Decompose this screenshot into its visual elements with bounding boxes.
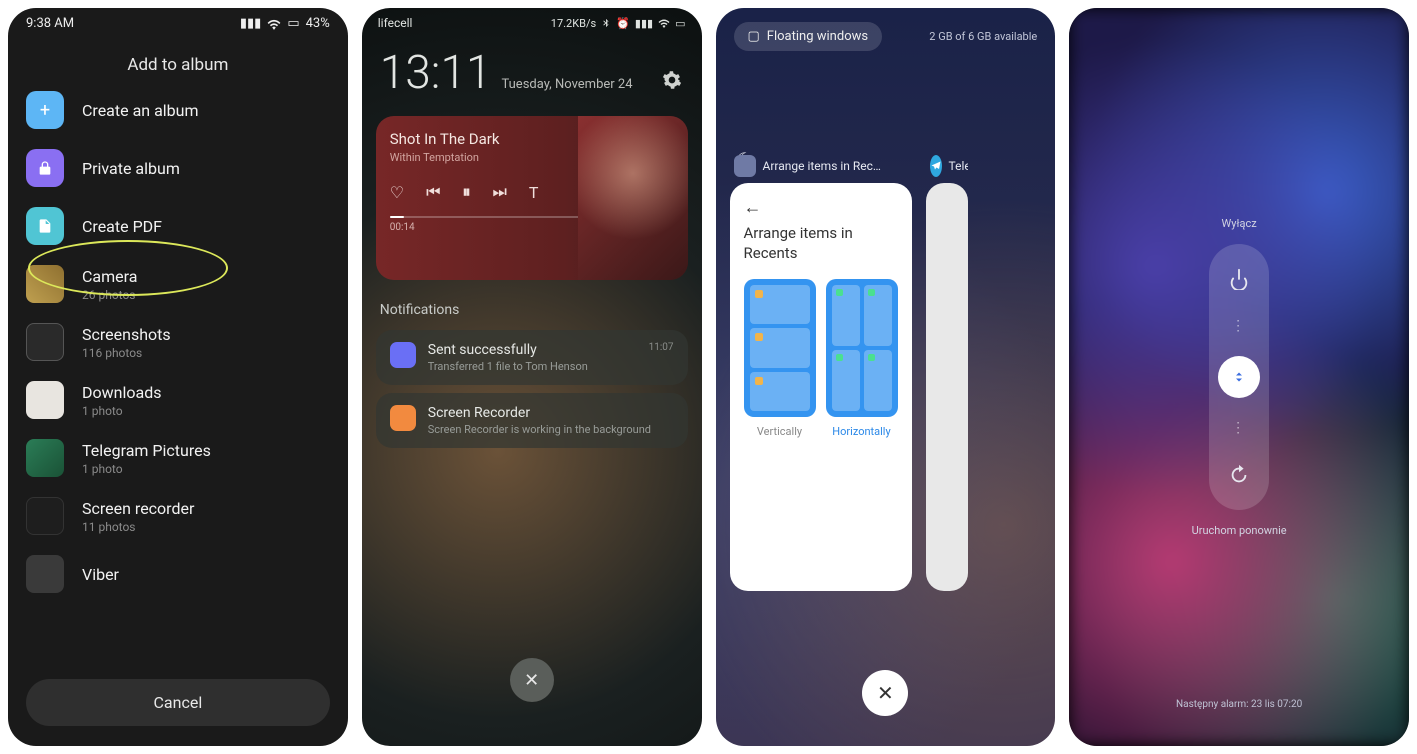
layout-preview-vertical <box>744 279 816 417</box>
clock-time: 13:11 <box>380 46 492 100</box>
card-title: Arrange items in Recents <box>744 224 898 263</box>
album-item-camera[interactable]: Camera 26 photos <box>26 265 330 303</box>
notification-item[interactable]: Sent successfully Transferred 1 file to … <box>376 330 688 385</box>
pause-icon[interactable]: ⏸ <box>463 182 471 202</box>
alarm-icon: ⏰ <box>616 17 630 30</box>
memory-status: 2 GB of 6 GB available <box>929 30 1037 43</box>
floating-windows-button[interactable]: ▢ Floating windows <box>734 22 883 51</box>
album-thumb <box>26 265 64 303</box>
cancel-button[interactable]: Cancel <box>26 679 330 726</box>
recent-app-card[interactable]: Arrange items in Rec… ← Arrange items in… <box>730 155 912 591</box>
album-art <box>578 116 688 280</box>
album-item-recorder[interactable]: Screen recorder 11 photos <box>26 497 330 535</box>
option-horizontal[interactable]: Horizontally <box>826 279 898 438</box>
lock-icon <box>26 149 64 187</box>
next-alarm-label: Następny alarm: 23 lis 07:20 <box>1176 699 1302 710</box>
battery-pct: 43% <box>306 16 330 31</box>
power-content: Wyłącz ⋮ ⋮ Uruchom ponownie Następny ala… <box>1069 8 1409 746</box>
page-title: Add to album <box>8 39 348 83</box>
recent-app-card[interactable]: Teleg… <box>926 155 968 591</box>
notifications-label: Notifications <box>362 292 702 322</box>
carrier: lifecell <box>378 16 413 30</box>
phone-notification-shade: lifecell 17.2KB/s ⏰ ▮▮▮ ▭ 13:11 Tuesday,… <box>362 8 702 746</box>
notification-item[interactable]: Screen Recorder Screen Recorder is worki… <box>376 393 688 448</box>
dots-icon: ⋮ <box>1231 318 1247 334</box>
album-thumb <box>26 323 64 361</box>
clear-recents-button[interactable]: ✕ <box>862 670 908 716</box>
phone-power-menu: Wyłącz ⋮ ⋮ Uruchom ponownie Następny ala… <box>1069 8 1409 746</box>
back-icon[interactable]: ← <box>744 197 898 218</box>
net-speed: 17.2KB/s <box>551 17 596 30</box>
phone-add-to-album: 9:38 AM ▮▮▮ ▭ 43% Add to album + Create … <box>8 8 348 746</box>
album-thumb <box>26 555 64 593</box>
music-player-card[interactable]: Shot In The Dark Within Temptation ♡ ⏮ ⏸… <box>376 116 688 280</box>
plus-icon: + <box>26 91 64 129</box>
recorder-icon <box>390 405 416 431</box>
album-thumb <box>26 439 64 477</box>
status-right: 17.2KB/s ⏰ ▮▮▮ ▭ <box>551 16 686 30</box>
next-icon[interactable]: ⏭ <box>493 182 507 202</box>
lyrics-icon[interactable]: T <box>529 183 539 202</box>
album-list: + Create an album Private album Create P… <box>8 91 348 593</box>
like-icon[interactable]: ♡ <box>390 183 404 202</box>
power-pill[interactable]: ⋮ ⋮ <box>1209 244 1269 510</box>
telegram-icon <box>930 155 942 177</box>
signal-icon: ▮▮▮ <box>240 16 261 31</box>
clock-date: Tuesday, November 24 <box>501 77 632 92</box>
wifi-icon <box>267 18 281 30</box>
app-icon <box>734 155 756 177</box>
create-pdf-button[interactable]: Create PDF <box>26 207 330 245</box>
album-thumb <box>26 497 64 535</box>
status-right: ▮▮▮ ▭ 43% <box>240 16 330 31</box>
app-header: Arrange items in Rec… <box>730 155 912 183</box>
dots-icon: ⋮ <box>1231 420 1247 436</box>
statusbar: 9:38 AM ▮▮▮ ▭ 43% <box>8 8 348 39</box>
album-item-telegram[interactable]: Telegram Pictures 1 photo <box>26 439 330 477</box>
album-item-screenshots[interactable]: Screenshots 116 photos <box>26 323 330 361</box>
power-off-label: Wyłącz <box>1222 217 1257 230</box>
restart-label: Uruchom ponownie <box>1192 524 1287 537</box>
battery-icon: ▭ <box>287 16 299 31</box>
album-item-viber[interactable]: Viber <box>26 555 330 593</box>
app-preview[interactable] <box>926 183 968 591</box>
bluetooth-icon <box>601 17 611 29</box>
phone-recents: ▢ Floating windows 2 GB of 6 GB availabl… <box>716 8 1056 746</box>
recents-topbar: ▢ Floating windows 2 GB of 6 GB availabl… <box>716 8 1056 65</box>
wifi-icon <box>658 18 670 28</box>
power-icon[interactable] <box>1222 262 1256 296</box>
app-header: Teleg… <box>926 155 968 183</box>
option-vertical[interactable]: Vertically <box>744 279 816 438</box>
layout-preview-horizontal <box>826 279 898 417</box>
status-time: 9:38 AM <box>26 16 74 31</box>
settings-icon[interactable] <box>662 70 682 90</box>
clock-row: 13:11 Tuesday, November 24 <box>362 38 702 104</box>
prev-icon[interactable]: ⏮ <box>426 182 440 202</box>
clear-all-button[interactable]: ✕ <box>510 658 554 702</box>
app-preview[interactable]: ← Arrange items in Recents Vertically Ho… <box>730 183 912 591</box>
recent-apps-row[interactable]: Arrange items in Rec… ← Arrange items in… <box>716 155 1056 591</box>
restart-icon[interactable] <box>1222 458 1256 492</box>
pdf-icon <box>26 207 64 245</box>
share-icon <box>390 342 416 368</box>
drag-handle-icon[interactable] <box>1218 356 1260 398</box>
album-thumb <box>26 381 64 419</box>
create-album-button[interactable]: + Create an album <box>26 91 330 129</box>
battery-icon: ▭ <box>675 17 685 30</box>
statusbar: lifecell 17.2KB/s ⏰ ▮▮▮ ▭ <box>362 8 702 38</box>
window-icon: ▢ <box>748 29 760 44</box>
signal-icon: ▮▮▮ <box>635 17 653 30</box>
layout-options: Vertically Horizontally <box>744 279 898 438</box>
album-item-downloads[interactable]: Downloads 1 photo <box>26 381 330 419</box>
private-album-button[interactable]: Private album <box>26 149 330 187</box>
